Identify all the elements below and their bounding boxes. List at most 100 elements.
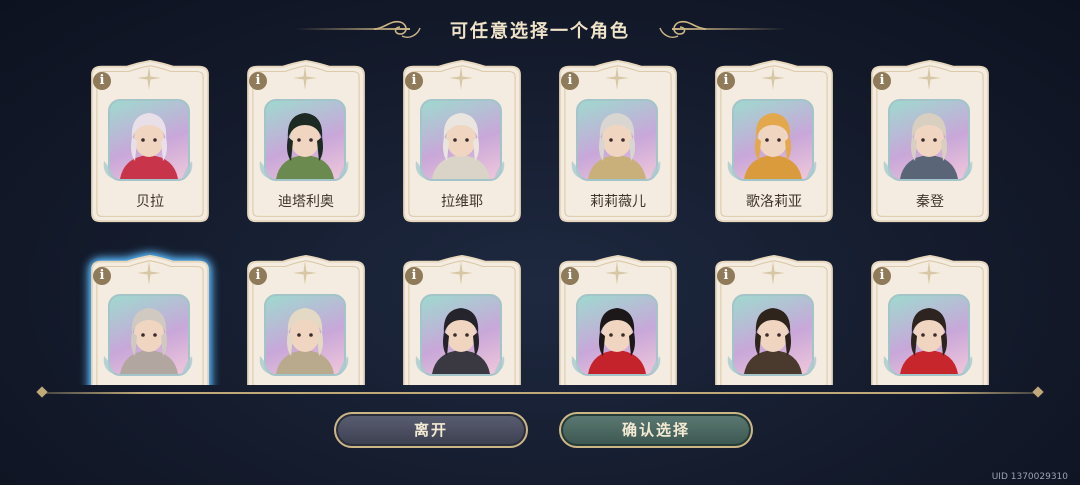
- info-icon[interactable]: i: [873, 72, 891, 90]
- info-icon[interactable]: i: [717, 72, 735, 90]
- title-bar: 可任意选择一个角色: [0, 14, 1080, 46]
- character-card[interactable]: i 蒂丽莎: [554, 254, 682, 385]
- info-icon[interactable]: i: [561, 72, 579, 90]
- portrait: [571, 99, 661, 181]
- character-card[interactable]: i 莉莉薇儿: [554, 59, 682, 225]
- sparkle-icon: [137, 66, 161, 90]
- character-name: 歌洛莉亚: [746, 194, 802, 210]
- info-icon[interactable]: i: [873, 267, 891, 285]
- sparkle-icon: [293, 261, 317, 285]
- character-card[interactable]: i 泽维尔: [866, 254, 994, 385]
- sparkle-icon: [605, 261, 629, 285]
- leaf-ornament-icon: [259, 356, 270, 374]
- uid-label: UID 1370029310: [991, 472, 1068, 482]
- character-card[interactable]: i 秦登: [866, 59, 994, 225]
- character-portrait-icon: [432, 113, 490, 179]
- portrait: [103, 294, 193, 376]
- character-portrait-icon: [900, 308, 958, 374]
- confirm-selection-button[interactable]: 确认选择: [559, 412, 753, 448]
- character-card[interactable]: i 利尔: [242, 254, 370, 385]
- sparkle-icon: [449, 261, 473, 285]
- character-card[interactable]: i 卡洛尔: [398, 254, 526, 385]
- character-card[interactable]: i 迪塔利奥: [242, 59, 370, 225]
- sparkle-icon: [293, 66, 317, 90]
- ornament-icon: [373, 20, 421, 38]
- info-icon[interactable]: i: [93, 267, 111, 285]
- portrait: [883, 294, 973, 376]
- info-icon[interactable]: i: [405, 72, 423, 90]
- leaf-ornament-icon: [962, 356, 973, 374]
- character-name: 迪塔利奥: [278, 194, 334, 210]
- character-portrait-icon: [120, 308, 178, 374]
- info-icon[interactable]: i: [717, 267, 735, 285]
- portrait: [259, 99, 349, 181]
- character-portrait-icon: [588, 113, 646, 179]
- portrait: [415, 99, 505, 181]
- info-icon[interactable]: i: [561, 267, 579, 285]
- portrait: [259, 294, 349, 376]
- sparkle-icon: [605, 66, 629, 90]
- character-portrait-icon: [744, 308, 802, 374]
- leaf-ornament-icon: [415, 161, 426, 179]
- character-name: 莉莉薇儿: [590, 194, 646, 210]
- character-portrait-icon: [276, 113, 334, 179]
- character-portrait-icon: [588, 308, 646, 374]
- divider-end-icon: [1032, 386, 1044, 398]
- ornament-icon: [659, 20, 707, 38]
- info-icon[interactable]: i: [249, 72, 267, 90]
- leaf-ornament-icon: [103, 356, 114, 374]
- character-portrait-icon: [744, 113, 802, 179]
- leaf-ornament-icon: [571, 356, 582, 374]
- character-portrait-icon: [276, 308, 334, 374]
- sparkle-icon: [449, 66, 473, 90]
- sparkle-icon: [761, 66, 785, 90]
- info-icon[interactable]: i: [249, 267, 267, 285]
- sparkle-icon: [137, 261, 161, 285]
- leaf-ornament-icon: [103, 161, 114, 179]
- character-portrait-icon: [432, 308, 490, 374]
- sparkle-icon: [761, 261, 785, 285]
- character-name: 拉维耶: [441, 194, 483, 210]
- leaf-ornament-icon: [494, 356, 505, 374]
- character-portrait-icon: [900, 113, 958, 179]
- leaf-ornament-icon: [259, 161, 270, 179]
- leaf-ornament-icon: [338, 356, 349, 374]
- leaf-ornament-icon: [182, 161, 193, 179]
- character-name: 贝拉: [136, 194, 164, 210]
- leaf-ornament-icon: [962, 161, 973, 179]
- portrait: [727, 99, 817, 181]
- leaf-ornament-icon: [806, 161, 817, 179]
- leaf-ornament-icon: [182, 356, 193, 374]
- character-card[interactable]: i 拉维耶: [398, 59, 526, 225]
- portrait: [727, 294, 817, 376]
- character-card[interactable]: i 歌洛莉亚: [710, 59, 838, 225]
- character-card[interactable]: i 肖恩尔: [710, 254, 838, 385]
- sparkle-icon: [917, 261, 941, 285]
- info-icon[interactable]: i: [93, 72, 111, 90]
- leaf-ornament-icon: [883, 356, 894, 374]
- leave-button[interactable]: 离开: [334, 412, 528, 448]
- leaf-ornament-icon: [727, 356, 738, 374]
- character-card[interactable]: i 谜谜花儿: [86, 254, 214, 385]
- character-portrait-icon: [120, 113, 178, 179]
- portrait: [103, 99, 193, 181]
- sparkle-icon: [917, 66, 941, 90]
- leaf-ornament-icon: [415, 356, 426, 374]
- divider: [42, 392, 1038, 394]
- page-title: 可任意选择一个角色: [450, 21, 630, 42]
- leaf-ornament-icon: [727, 161, 738, 179]
- leaf-ornament-icon: [650, 356, 661, 374]
- leaf-ornament-icon: [883, 161, 894, 179]
- leaf-ornament-icon: [338, 161, 349, 179]
- info-icon[interactable]: i: [405, 267, 423, 285]
- portrait: [415, 294, 505, 376]
- character-name: 秦登: [916, 194, 944, 210]
- character-grid: i 贝拉 i 迪塔利奥 i 拉维耶 i 莉莉薇儿 i 歌洛莉亚 i 秦登 i i…: [0, 55, 1080, 385]
- portrait: [571, 294, 661, 376]
- leaf-ornament-icon: [650, 161, 661, 179]
- divider-end-icon: [36, 386, 48, 398]
- leaf-ornament-icon: [806, 356, 817, 374]
- leaf-ornament-icon: [494, 161, 505, 179]
- character-card[interactable]: i 贝拉: [86, 59, 214, 225]
- portrait: [883, 99, 973, 181]
